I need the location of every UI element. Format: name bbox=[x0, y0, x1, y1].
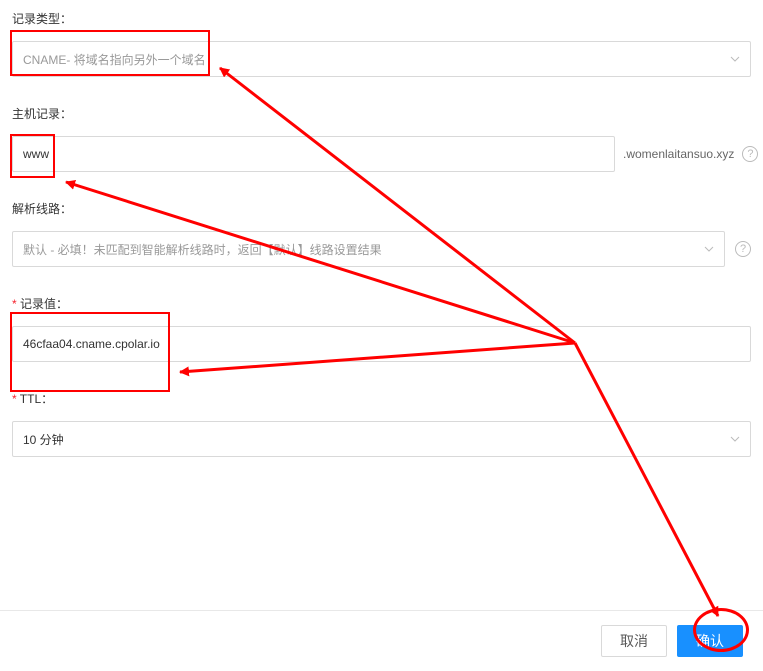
field-ttl: TTL： 10 分钟 bbox=[12, 390, 751, 457]
field-record-type: 记录类型： CNAME- 将域名指向另外一个域名 bbox=[12, 10, 751, 77]
field-resolve-line: 解析线路： 默认 - 必填！未匹配到智能解析线路时，返回【默认】线路设置结果 ? bbox=[12, 200, 751, 267]
record-value-label: 记录值： bbox=[12, 295, 751, 312]
resolve-line-select[interactable]: 默认 - 必填！未匹配到智能解析线路时，返回【默认】线路设置结果 bbox=[12, 231, 725, 267]
chevron-down-icon bbox=[730, 436, 740, 442]
ttl-label: TTL： bbox=[12, 390, 751, 407]
ttl-value: 10 分钟 bbox=[23, 431, 64, 448]
resolve-line-row: 默认 - 必填！未匹配到智能解析线路时，返回【默认】线路设置结果 ? bbox=[12, 231, 751, 267]
confirm-button[interactable]: 确认 bbox=[677, 625, 743, 657]
record-value-text: 46cfaa04.cname.cpolar.io bbox=[23, 337, 160, 351]
record-type-select[interactable]: CNAME- 将域名指向另外一个域名 bbox=[12, 41, 751, 77]
host-record-suffix: .womenlaitansuo.xyz bbox=[623, 147, 734, 161]
help-icon[interactable]: ? bbox=[735, 241, 751, 257]
ttl-select[interactable]: 10 分钟 bbox=[12, 421, 751, 457]
resolve-line-value: 默认 - 必填！未匹配到智能解析线路时，返回【默认】线路设置结果 bbox=[23, 241, 382, 258]
record-type-value: CNAME- 将域名指向另外一个域名 bbox=[23, 51, 206, 68]
host-record-input[interactable]: www bbox=[12, 136, 615, 172]
resolve-line-label: 解析线路： bbox=[12, 200, 751, 217]
field-host-record: 主机记录： www .womenlaitansuo.xyz ? bbox=[12, 105, 751, 172]
record-value-input[interactable]: 46cfaa04.cname.cpolar.io bbox=[12, 326, 751, 362]
cancel-button[interactable]: 取消 bbox=[601, 625, 667, 657]
help-icon[interactable]: ? bbox=[742, 146, 758, 162]
field-record-value: 记录值： 46cfaa04.cname.cpolar.io bbox=[12, 295, 751, 362]
host-record-row: www .womenlaitansuo.xyz ? bbox=[12, 136, 751, 172]
host-record-label: 主机记录： bbox=[12, 105, 751, 122]
dns-record-form: 记录类型： CNAME- 将域名指向另外一个域名 主机记录： www .wome… bbox=[0, 0, 763, 457]
footer: 取消 确认 bbox=[0, 610, 763, 671]
chevron-down-icon bbox=[730, 56, 740, 62]
record-type-label: 记录类型： bbox=[12, 10, 751, 27]
chevron-down-icon bbox=[704, 246, 714, 252]
host-record-value: www bbox=[23, 147, 49, 161]
